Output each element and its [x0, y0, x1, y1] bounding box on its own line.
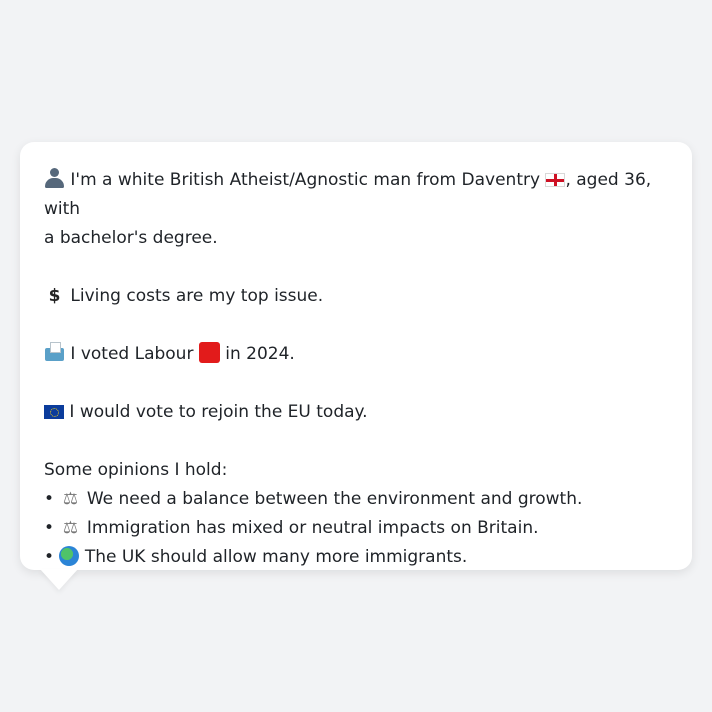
intro-text-a: I'm a white British Atheist/Agnostic man…	[70, 170, 541, 190]
bullet: •	[44, 547, 55, 567]
globe-icon	[59, 546, 80, 566]
opinion-item: • The UK should allow many more immigran…	[44, 543, 674, 572]
eu-flag-icon	[44, 405, 64, 419]
red-square-icon	[198, 342, 220, 363]
opinion-item: • ⚖ Immigration has mixed or neutral imp…	[44, 514, 674, 543]
opinion-item: • ⚖ We need a balance between the enviro…	[44, 485, 674, 514]
opinions-heading: Some opinions I hold:	[44, 460, 228, 480]
opinions-section: Some opinions I hold: • ⚖ We need a bala…	[44, 456, 674, 572]
person-icon	[44, 167, 65, 188]
opinion-text: The UK should allow many more immigrants…	[84, 547, 468, 567]
intro-text-c: a bachelor's degree.	[44, 228, 218, 248]
opinion-text: We need a balance between the environmen…	[86, 489, 583, 509]
balance-scale-icon: ⚖	[62, 489, 79, 509]
issue-text: Living costs are my top issue.	[70, 286, 324, 306]
england-flag-icon	[545, 173, 566, 187]
intro-paragraph: I'm a white British Atheist/Agnostic man…	[44, 166, 674, 253]
speech-bubble-tail	[40, 569, 78, 590]
vote-paragraph: I voted Labour in 2024.	[44, 340, 674, 369]
issue-paragraph: $ Living costs are my top issue.	[44, 282, 674, 311]
bullet: •	[44, 489, 55, 509]
balance-scale-icon: ⚖	[62, 518, 79, 538]
profile-speech-bubble: I'm a white British Atheist/Agnostic man…	[20, 142, 692, 570]
bullet: •	[44, 518, 55, 538]
eu-text: I would vote to rejoin the EU today.	[69, 402, 368, 422]
ballot-box-icon	[44, 341, 65, 362]
vote-text-a: I voted Labour	[70, 344, 194, 364]
opinion-text: Immigration has mixed or neutral impacts…	[86, 518, 539, 538]
eu-paragraph: I would vote to rejoin the EU today.	[44, 398, 674, 427]
vote-text-b: in 2024.	[225, 344, 295, 364]
dollar-sign-icon: $	[48, 286, 61, 306]
